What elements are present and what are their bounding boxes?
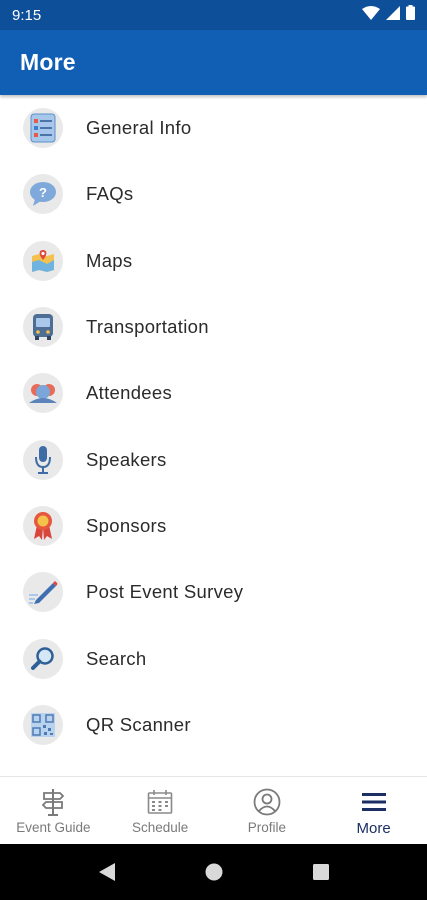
menu-item-label: General Info <box>86 117 192 139</box>
menu-item-label: Sponsors <box>86 514 167 536</box>
status-time: 9:15 <box>12 6 42 24</box>
menu-item-speakers[interactable]: Speakers <box>0 426 427 492</box>
menu-item-label: Maps <box>86 249 133 271</box>
menu-item-label: Attendees <box>86 382 173 404</box>
attendees-icon <box>23 373 63 414</box>
hamburger-menu-icon <box>361 787 386 817</box>
recents-icon[interactable] <box>267 864 374 880</box>
home-icon[interactable] <box>160 863 267 881</box>
menu-item-label: FAQs <box>86 183 134 205</box>
menu-item-label: Search <box>86 647 147 669</box>
profile-icon <box>253 787 281 817</box>
svg-text:?: ? <box>39 185 47 200</box>
app-bar: More <box>0 30 427 95</box>
menu-item-transportation[interactable]: Transportation <box>0 294 427 360</box>
signpost-icon <box>41 787 65 817</box>
page-title: More <box>20 49 76 75</box>
menu-item-label: Transportation <box>86 316 209 338</box>
menu-item-post-event-survey[interactable]: Post Event Survey <box>0 559 427 625</box>
status-icons <box>362 5 415 25</box>
battery-icon <box>406 5 415 25</box>
faq-icon: ? <box>23 174 63 215</box>
signal-icon <box>386 5 400 25</box>
survey-pencil-icon <box>23 572 63 613</box>
menu-item-general-info[interactable]: General Info <box>0 95 427 161</box>
nav-label: Event Guide <box>16 820 91 835</box>
menu-item-faqs[interactable]: ? FAQs <box>0 161 427 227</box>
nav-item-event-guide[interactable]: Event Guide <box>0 777 107 844</box>
nav-label: Profile <box>247 820 286 835</box>
system-nav-bar <box>0 844 427 900</box>
nav-item-profile[interactable]: Profile <box>214 777 321 844</box>
menu-list: General Info ? FAQs Maps Transportation … <box>0 95 427 758</box>
nav-label: More <box>356 820 391 837</box>
ribbon-icon <box>23 505 63 546</box>
status-bar: 9:15 <box>0 0 427 30</box>
bus-icon <box>23 307 63 348</box>
wifi-icon <box>362 5 380 25</box>
microphone-icon <box>23 439 63 480</box>
menu-item-qr-scanner[interactable]: QR Scanner <box>0 692 427 758</box>
menu-item-label: Speakers <box>86 448 167 470</box>
menu-item-label: Post Event Survey <box>86 581 244 603</box>
nav-item-schedule[interactable]: Schedule <box>107 777 214 844</box>
menu-item-maps[interactable]: Maps <box>0 228 427 294</box>
nav-label: Schedule <box>131 820 189 835</box>
menu-item-search[interactable]: Search <box>0 625 427 691</box>
nav-item-more[interactable]: More <box>320 777 427 844</box>
qr-scanner-icon <box>23 704 63 745</box>
maps-icon <box>23 240 63 281</box>
back-icon[interactable] <box>53 862 160 882</box>
bottom-nav: Event Guide Schedule Profile More <box>0 776 427 844</box>
menu-item-attendees[interactable]: Attendees <box>0 360 427 426</box>
menu-item-sponsors[interactable]: Sponsors <box>0 493 427 559</box>
menu-item-label: QR Scanner <box>86 713 191 735</box>
search-icon <box>23 638 63 679</box>
calendar-icon <box>147 787 173 817</box>
general-info-icon <box>23 108 63 149</box>
